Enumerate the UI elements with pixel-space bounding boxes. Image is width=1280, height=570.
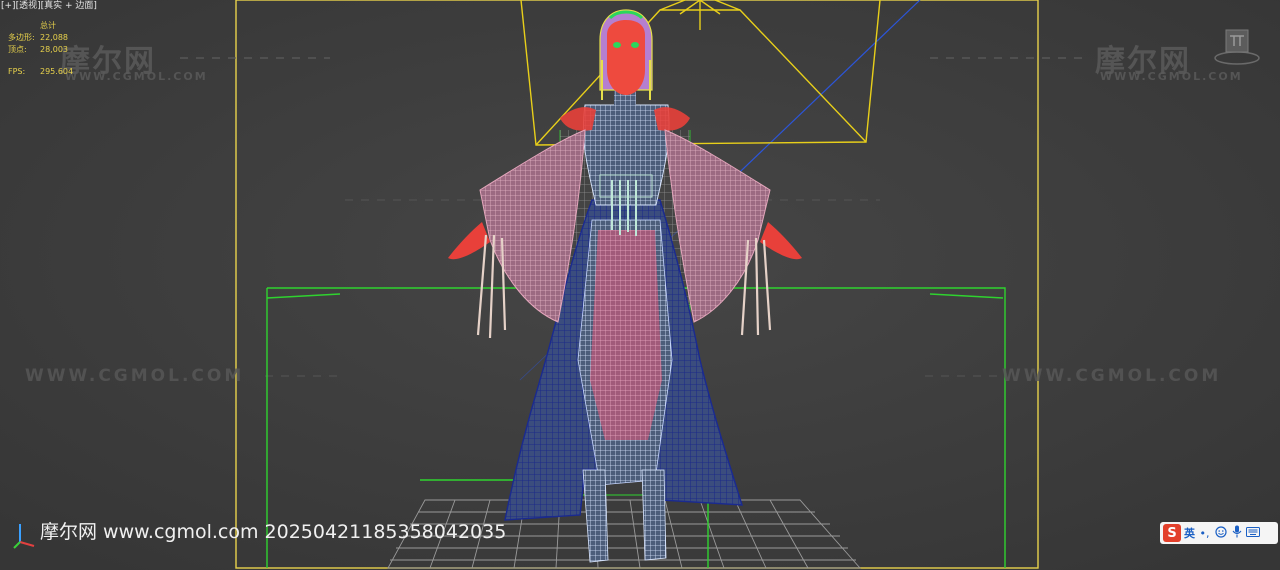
watermark-url-mid-right: WWW.CGMOL.COM (1002, 366, 1222, 386)
viewport-label-menu: [+][透视][真实 + 边面] (1, 0, 97, 11)
stats-vertices-value: 28,003 (40, 45, 68, 54)
viewport-menu-shading[interactable]: [真实 + 边面] (41, 1, 97, 11)
ime-punctuation-toggle[interactable]: •, (1198, 527, 1211, 540)
statistics-panel: 总计 多边形: 22,088 顶点: 28,003 FPS: 295.604 (8, 20, 73, 78)
viewport-menu-plus[interactable]: [+] (1, 1, 16, 11)
ime-toolbar[interactable]: S 英 •, (1160, 522, 1278, 544)
ime-logo-icon[interactable]: S (1163, 524, 1181, 542)
microphone-icon[interactable] (1230, 525, 1243, 541)
footer-watermark-text: 摩尔网 www.cgmol.com 20250421185358042035 (40, 521, 507, 543)
3d-viewport[interactable]: 摩尔网 WWW.CGMOL.COM 摩尔网 WWW.CGMOL.COM WWW.… (0, 0, 1280, 570)
watermark-url-left: WWW.CGMOL.COM (65, 70, 208, 83)
stats-polygons-value: 22,088 (40, 33, 68, 42)
stats-fps-value: 295.604 (40, 67, 74, 76)
viewport-scene (0, 0, 1280, 570)
stats-fps-label: FPS: (8, 67, 26, 76)
ime-language-toggle[interactable]: 英 (1184, 525, 1195, 541)
watermark-url-right: WWW.CGMOL.COM (1100, 70, 1243, 83)
stats-header: 总计 (40, 21, 56, 30)
robe-pink-layer (590, 230, 662, 440)
stats-polygons-label: 多边形: (8, 33, 35, 42)
watermark-url-mid-left: WWW.CGMOL.COM (25, 366, 245, 386)
right-leg (641, 469, 667, 561)
smile-icon[interactable] (1214, 525, 1227, 541)
viewport-menu-view[interactable]: [透视] (16, 1, 41, 11)
keyboard-icon[interactable] (1246, 526, 1260, 540)
face (607, 20, 645, 95)
stats-vertices-label: 顶点: (8, 45, 27, 54)
viewcube-icon[interactable] (1212, 26, 1262, 66)
